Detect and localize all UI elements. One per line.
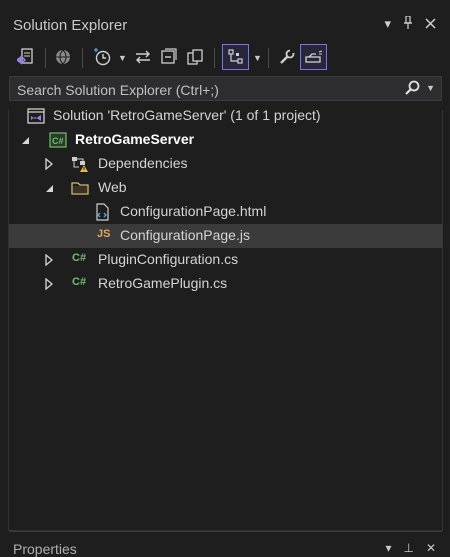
globe-button[interactable] [52, 44, 74, 70]
show-all-files-button[interactable] [184, 44, 206, 70]
preview-selected-button[interactable] [300, 44, 327, 70]
tree-row-configurationpage-js[interactable]: JS ConfigurationPage.js [9, 224, 442, 248]
copy-files-icon [187, 49, 203, 65]
svg-text:C#: C# [52, 136, 64, 146]
pin-icon[interactable] [403, 15, 413, 32]
search-box[interactable]: ▼ [9, 76, 442, 102]
tree-item-label: ConfigurationPage.html [120, 203, 267, 219]
tree-row-dependencies[interactable]: Dependencies [9, 152, 442, 176]
chevron-down-icon[interactable]: ▼ [118, 53, 127, 63]
search-input[interactable] [10, 77, 399, 102]
panel-title: Solution Explorer [13, 17, 128, 34]
preview-icon [304, 50, 322, 63]
solution-label: Solution 'RetroGameServer' (1 of 1 proje… [53, 107, 321, 123]
globe-icon [56, 49, 70, 65]
js-file-icon: JS [97, 228, 111, 240]
pin-icon[interactable]: ⊥ [403, 541, 413, 555]
solution-icon [27, 108, 45, 124]
track-active-button[interactable] [222, 44, 249, 70]
csharp-project-icon: C# [49, 132, 67, 148]
tree-item-label: RetroGamePlugin.cs [98, 275, 228, 291]
close-icon[interactable]: ✕ [426, 541, 436, 555]
tree-row-web-folder[interactable]: Web [9, 176, 442, 200]
properties-button[interactable] [276, 44, 298, 70]
tree-item-label: Dependencies [98, 155, 188, 171]
csharp-file-icon: C# [72, 276, 87, 288]
tree-item-label: ConfigurationPage.js [120, 227, 250, 243]
window-dropdown-icon[interactable]: ▾ [384, 16, 391, 32]
tree-row-project[interactable]: C# RetroGameServer [9, 128, 442, 152]
toolbar: ▼ ▼ [12, 44, 442, 72]
chevron-down-icon[interactable]: ▼ [426, 83, 435, 93]
window-dropdown-icon[interactable]: ▾ [385, 541, 391, 555]
expanded-arrow-icon[interactable] [19, 134, 31, 146]
project-label: RetroGameServer [75, 131, 195, 147]
collapse-all-icon [161, 48, 177, 64]
collapsed-arrow-icon[interactable] [43, 278, 55, 290]
clock-icon [94, 48, 111, 66]
properties-panel-title: Properties [13, 541, 77, 557]
solution-explorer-panel: Solution Explorer ▾ ▼ ▼ Search Solution … [0, 0, 450, 557]
tree-row-pluginconfiguration-cs[interactable]: C# PluginConfiguration.cs [9, 248, 442, 272]
collapsed-arrow-icon[interactable] [43, 254, 55, 266]
panel-divider[interactable] [9, 531, 442, 532]
folder-icon [71, 182, 89, 195]
sync-button[interactable] [132, 44, 154, 70]
title-bar: Solution Explorer ▾ [0, 13, 450, 39]
collapse-all-button[interactable] [158, 44, 180, 70]
pending-changes-button[interactable] [90, 44, 114, 70]
tree-item-label: Web [98, 179, 127, 195]
dependencies-warning-icon [72, 157, 88, 172]
expanded-arrow-icon[interactable] [43, 182, 55, 194]
wrench-icon [280, 49, 295, 64]
search-icon[interactable] [404, 80, 420, 96]
csharp-file-icon: C# [72, 252, 87, 264]
tree-item-label: PluginConfiguration.cs [98, 251, 239, 267]
close-icon[interactable] [425, 17, 436, 32]
sync-arrows-icon [136, 50, 150, 64]
vs-switch-views-icon [17, 48, 33, 65]
html-file-icon [96, 203, 109, 221]
collapsed-arrow-icon[interactable] [43, 158, 55, 170]
tree-row-retrogameplugin-cs[interactable]: C# RetroGamePlugin.cs [9, 272, 442, 296]
tree-row-configurationpage-html[interactable]: ConfigurationPage.html [9, 200, 442, 224]
tree-row-solution[interactable]: Solution 'RetroGameServer' (1 of 1 proje… [9, 104, 442, 128]
chevron-down-icon[interactable]: ▼ [253, 53, 262, 63]
switch-views-button[interactable] [12, 44, 38, 70]
hierarchy-icon [227, 49, 243, 64]
